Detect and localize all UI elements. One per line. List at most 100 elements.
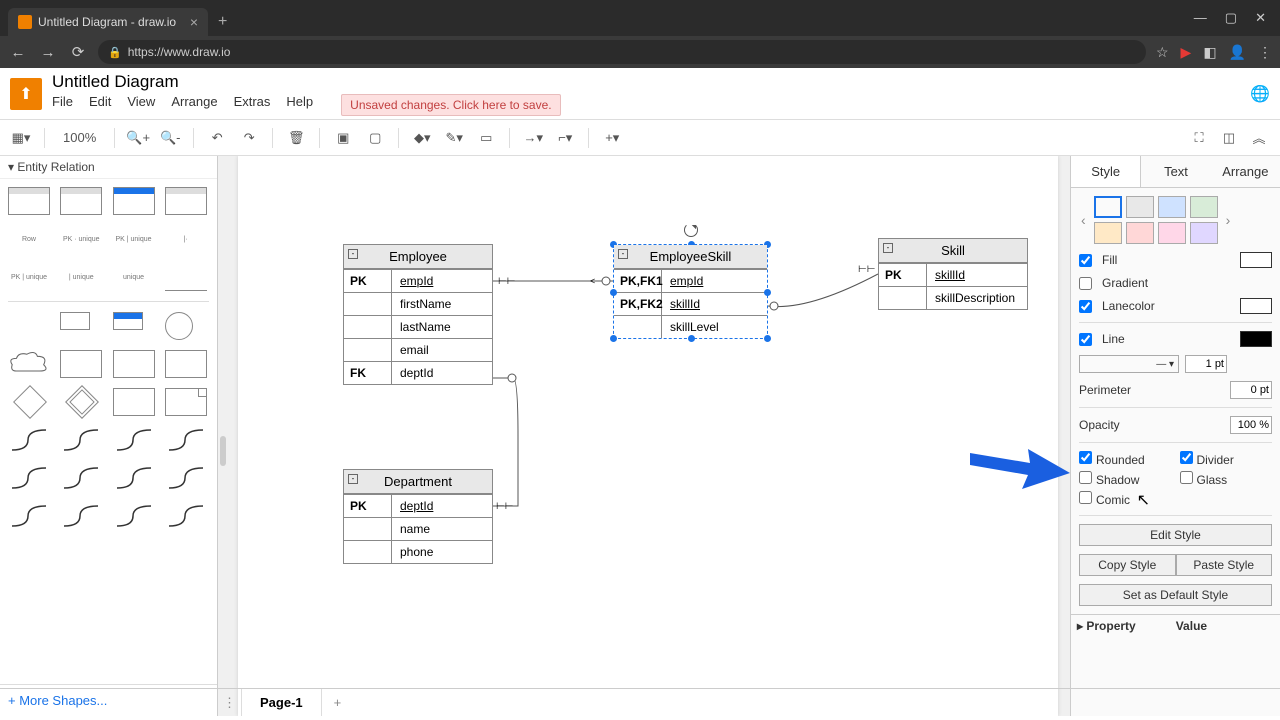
shape-cloud[interactable] xyxy=(8,350,50,378)
shadow-icon[interactable]: ▭ xyxy=(473,125,499,151)
style-swatch[interactable] xyxy=(1126,222,1154,244)
divider-checkbox[interactable] xyxy=(1180,451,1193,464)
shape-connector[interactable] xyxy=(60,464,102,492)
entity-department[interactable]: -Department PKdeptId name phone xyxy=(343,469,493,564)
entity-employee[interactable]: -Employee PKempId firstName lastName ema… xyxy=(343,244,493,385)
lanecolor-checkbox[interactable] xyxy=(1079,300,1092,313)
style-swatch[interactable] xyxy=(1158,196,1186,218)
globe-icon[interactable]: 🌐 xyxy=(1250,84,1270,104)
shape-connector[interactable] xyxy=(113,426,155,454)
style-swatch[interactable] xyxy=(1158,222,1186,244)
shape-connector[interactable] xyxy=(165,464,207,492)
shape-entity[interactable] xyxy=(60,350,102,378)
tab-text[interactable]: Text xyxy=(1141,156,1210,187)
shape-connector[interactable] xyxy=(8,464,50,492)
view-mode-icon[interactable]: ▦▾ xyxy=(8,125,34,151)
shape-connector[interactable] xyxy=(8,502,50,530)
close-tab-icon[interactable]: × xyxy=(190,14,198,30)
shape-entity[interactable] xyxy=(165,350,207,378)
shape-row[interactable]: | unique xyxy=(60,263,102,291)
menu-file[interactable]: File xyxy=(52,94,73,116)
reload-icon[interactable]: ⟳ xyxy=(68,43,88,61)
shape-row[interactable]: |· xyxy=(165,225,207,253)
shape-entity[interactable] xyxy=(113,388,155,416)
canvas-page[interactable]: -Employee PKempId firstName lastName ema… xyxy=(238,156,1058,716)
to-back-icon[interactable]: ▢ xyxy=(362,125,388,151)
save-banner[interactable]: Unsaved changes. Click here to save. xyxy=(341,94,560,116)
style-swatch[interactable] xyxy=(1190,222,1218,244)
page-menu-icon[interactable]: ⋮ xyxy=(218,689,242,716)
rounded-checkbox[interactable] xyxy=(1079,451,1092,464)
shape-relation-weak[interactable] xyxy=(65,385,99,419)
shape-entity[interactable] xyxy=(113,312,143,330)
swatch-prev-icon[interactable]: ‹ xyxy=(1079,212,1088,228)
extension-icon[interactable]: ◧ xyxy=(1203,44,1216,61)
format-panel-icon[interactable]: ◫ xyxy=(1216,125,1242,151)
browser-tab[interactable]: Untitled Diagram - draw.io × xyxy=(8,8,208,36)
style-swatch[interactable] xyxy=(1126,196,1154,218)
shape-connector[interactable] xyxy=(60,502,102,530)
minimize-icon[interactable]: — xyxy=(1194,10,1207,26)
fill-checkbox[interactable] xyxy=(1079,254,1092,267)
perimeter-input[interactable] xyxy=(1230,381,1272,399)
opacity-input[interactable] xyxy=(1230,416,1272,434)
rotate-handle[interactable] xyxy=(684,223,698,237)
shape-hr[interactable] xyxy=(165,263,207,291)
collapse-icon[interactable]: - xyxy=(883,243,893,253)
shape-connector[interactable] xyxy=(165,426,207,454)
line-color[interactable] xyxy=(1240,331,1272,347)
maximize-icon[interactable]: ▢ xyxy=(1225,10,1237,26)
collapse-icon[interactable]: ︽ xyxy=(1246,125,1272,151)
property-header[interactable]: ▸ Property Value xyxy=(1071,614,1280,637)
fill-color[interactable] xyxy=(1240,252,1272,268)
menu-icon[interactable]: ⋮ xyxy=(1258,44,1272,61)
shape-connector[interactable] xyxy=(60,426,102,454)
menu-help[interactable]: Help xyxy=(286,94,313,116)
page-tab[interactable]: Page-1 xyxy=(242,689,322,716)
redo-icon[interactable]: ↷ xyxy=(236,125,262,151)
style-swatch[interactable] xyxy=(1094,196,1122,218)
shape-row[interactable]: unique xyxy=(113,263,155,291)
lanecolor-color[interactable] xyxy=(1240,298,1272,314)
shape-table[interactable] xyxy=(8,187,50,215)
shape-connector[interactable] xyxy=(113,464,155,492)
collapse-icon[interactable]: - xyxy=(348,249,358,259)
canvas[interactable]: -Employee PKempId firstName lastName ema… xyxy=(218,156,1070,716)
add-page-button[interactable]: + xyxy=(322,695,354,710)
add-icon[interactable]: +▾ xyxy=(599,125,625,151)
shape-note[interactable] xyxy=(165,388,207,416)
shape-entity[interactable] xyxy=(113,350,155,378)
style-swatch[interactable] xyxy=(1094,222,1122,244)
delete-icon[interactable]: 🗑 xyxy=(283,125,309,151)
connection-icon[interactable]: →▾ xyxy=(520,125,546,151)
comic-checkbox[interactable] xyxy=(1079,491,1092,504)
collapse-icon[interactable]: - xyxy=(618,249,628,259)
sidebar-section-header[interactable]: ▾ Entity Relation xyxy=(0,156,217,179)
app-logo-icon[interactable]: ⬆ xyxy=(10,78,42,110)
new-tab-button[interactable]: + xyxy=(218,13,227,31)
shape-table[interactable] xyxy=(113,187,155,215)
sidebar-collapse-handle[interactable] xyxy=(220,436,226,466)
close-window-icon[interactable]: ✕ xyxy=(1255,10,1266,26)
youtube-icon[interactable]: ▶ xyxy=(1181,44,1192,61)
line-checkbox[interactable] xyxy=(1079,333,1092,346)
entity-skill[interactable]: -Skill PKskillId skillDescription xyxy=(878,238,1028,310)
line-width-input[interactable] xyxy=(1185,355,1227,373)
to-front-icon[interactable]: ▣ xyxy=(330,125,356,151)
shape-row[interactable]: Row xyxy=(8,225,50,253)
tab-style[interactable]: Style xyxy=(1071,156,1141,187)
shape-table[interactable] xyxy=(165,187,207,215)
zoom-in-icon[interactable]: 🔍+ xyxy=(125,125,151,151)
paste-style-button[interactable]: Paste Style xyxy=(1176,554,1273,576)
entity-employeeskill[interactable]: -EmployeeSkill PK,FK1empId PK,FK2skillId… xyxy=(613,244,768,339)
zoom-out-icon[interactable]: 🔍- xyxy=(157,125,183,151)
address-bar[interactable]: 🔒 https://www.draw.io xyxy=(98,40,1146,64)
shape-relation[interactable] xyxy=(13,385,47,419)
shape-row[interactable]: PK | unique xyxy=(113,225,155,253)
line-color-icon[interactable]: ✎▾ xyxy=(441,125,467,151)
shape-row[interactable]: PK | unique xyxy=(8,263,50,291)
menu-extras[interactable]: Extras xyxy=(234,94,271,116)
avatar-icon[interactable]: 👤 xyxy=(1229,44,1246,61)
shape-row[interactable]: PK · unique xyxy=(60,225,102,253)
menu-arrange[interactable]: Arrange xyxy=(171,94,217,116)
